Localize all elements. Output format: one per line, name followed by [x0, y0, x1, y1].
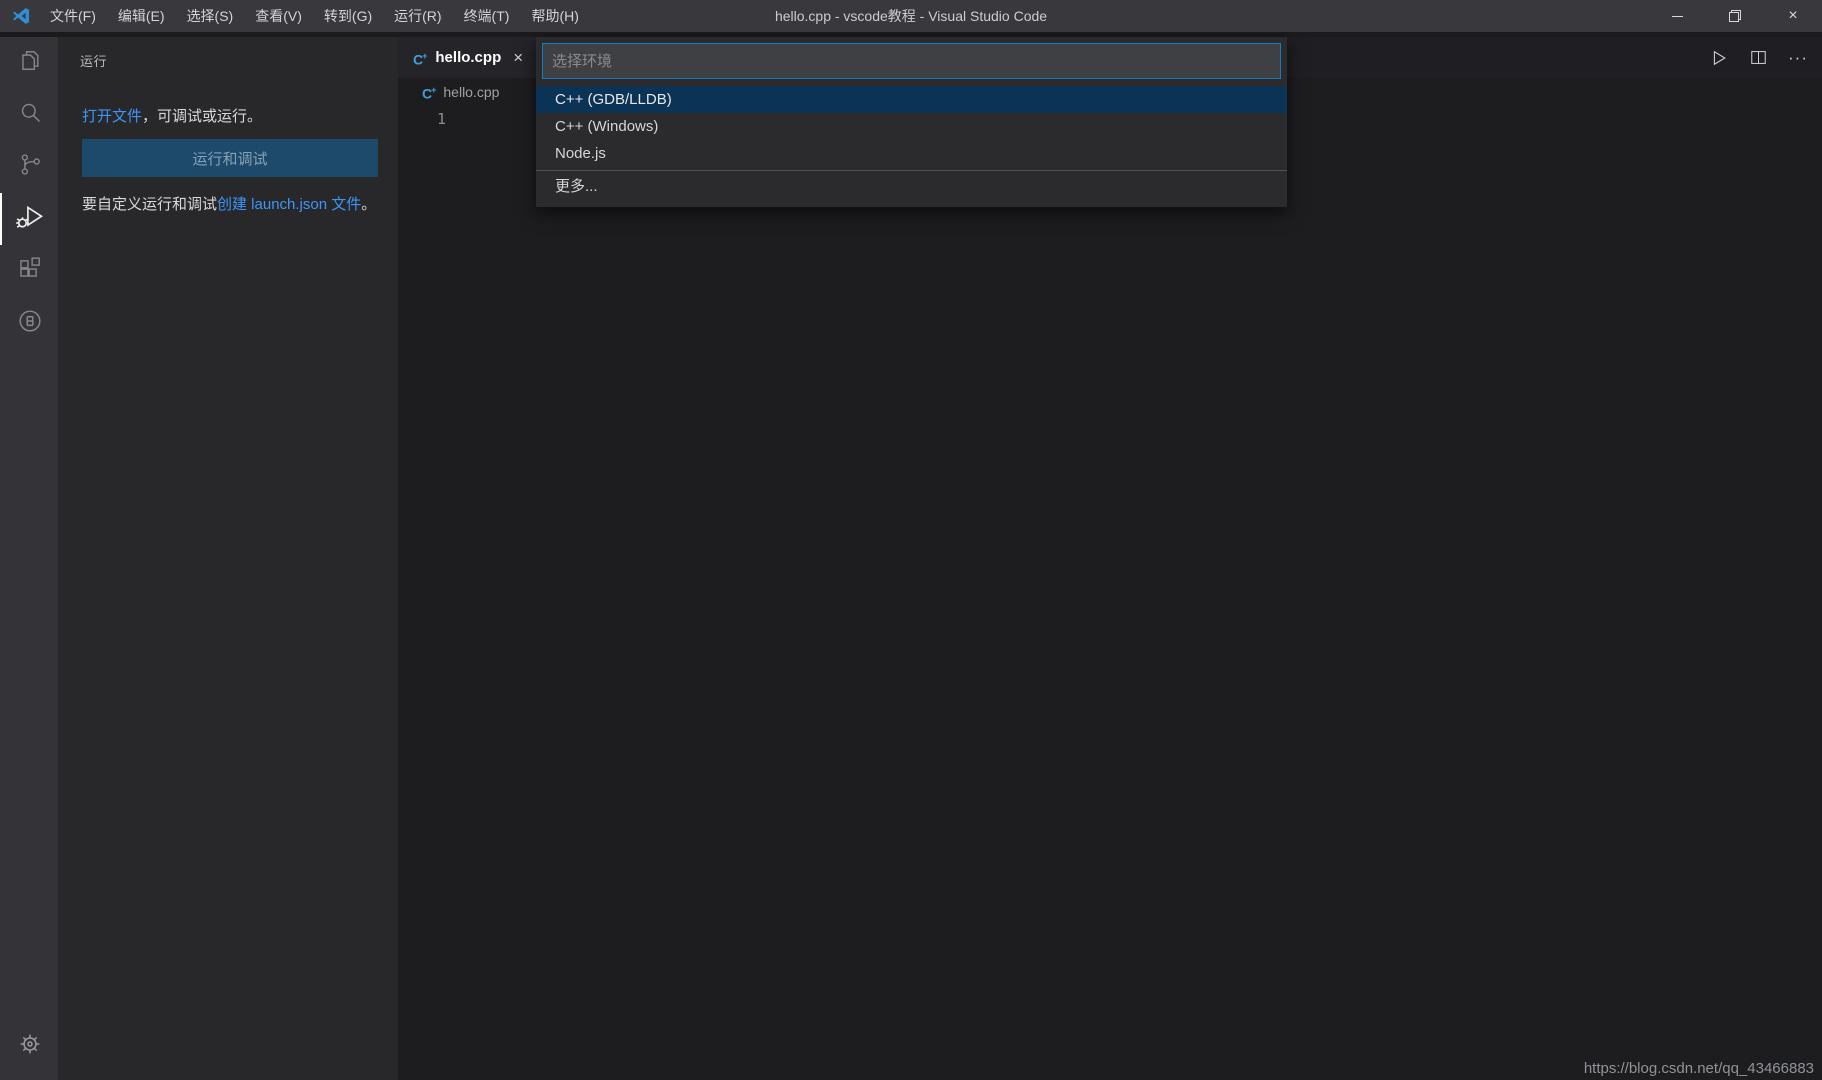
restore-icon	[1729, 10, 1741, 22]
split-editor-button[interactable]	[1749, 48, 1768, 67]
run-welcome-view: 打开文件，可调试或运行。 运行和调试 要自定义运行和调试创建 launch.js…	[58, 104, 398, 218]
sidebar-item-search[interactable]	[0, 89, 58, 141]
activity-bar-bottom	[0, 1020, 58, 1072]
list-separator	[536, 170, 1287, 171]
line-number: 1	[436, 110, 446, 128]
sidebar-item-explorer[interactable]	[0, 37, 58, 89]
create-launch-json-link[interactable]: 创建 launch.json 文件	[217, 196, 361, 213]
activity-bar	[0, 37, 58, 1080]
menu-edit[interactable]: 编辑(E)	[107, 0, 176, 32]
minimize-icon	[1671, 15, 1683, 17]
menu-view[interactable]: 查看(V)	[244, 0, 313, 32]
window-title: hello.cpp - vscode教程 - Visual Studio Cod…	[774, 8, 1048, 24]
breadcrumb-file-label: hello.cpp	[443, 83, 500, 100]
option-cpp-gdb-lldb[interactable]: C++ (GDB/LLDB)	[536, 86, 1287, 113]
language-pack-extension-icon	[16, 307, 44, 340]
option-nodejs[interactable]: Node.js	[536, 140, 1287, 167]
sidebar-title: 运行	[80, 54, 108, 69]
menu-terminal[interactable]: 终端(T)	[453, 0, 521, 32]
extensions-icon	[17, 255, 44, 287]
gear-icon	[16, 1030, 44, 1063]
csdn-watermark: https://blog.csdn.net/qq_43466883	[1583, 1060, 1814, 1077]
more-actions-button[interactable]: ···	[1788, 49, 1808, 66]
menu-bar: 文件(F) 编辑(E) 选择(S) 查看(V) 转到(G) 运行(R) 终端(T…	[39, 0, 590, 32]
search-icon	[17, 99, 44, 131]
tab-label: hello.cpp	[435, 49, 502, 66]
menu-go[interactable]: 转到(G)	[313, 0, 383, 32]
files-icon	[17, 47, 44, 79]
customize-paragraph: 要自定义运行和调试创建 launch.json 文件。	[82, 191, 378, 218]
environment-input[interactable]	[542, 43, 1281, 79]
close-button[interactable]: ×	[1764, 0, 1822, 32]
open-file-paragraph: 打开文件，可调试或运行。	[82, 104, 378, 130]
vscode-logo-icon	[11, 6, 31, 26]
run-without-debugging-button[interactable]	[1709, 48, 1729, 68]
minimize-button[interactable]	[1648, 0, 1706, 32]
menu-file[interactable]: 文件(F)	[39, 0, 107, 32]
open-file-text: ，可调试或运行。	[142, 108, 263, 125]
cpp-file-icon: C+	[413, 50, 428, 68]
customize-end: 。	[361, 196, 377, 213]
title-bar: 文件(F) 编辑(E) 选择(S) 查看(V) 转到(G) 运行(R) 终端(T…	[0, 0, 1822, 32]
menu-help[interactable]: 帮助(H)	[520, 0, 589, 32]
tab-hello-cpp[interactable]: C+ hello.cpp ×	[398, 37, 544, 78]
sidebar-item-source-control[interactable]	[0, 141, 58, 193]
environment-list: C++ (GDB/LLDB) C++ (Windows) Node.js 更多.…	[536, 86, 1287, 207]
open-file-link[interactable]: 打开文件	[82, 108, 142, 125]
run-debug-icon	[15, 201, 46, 237]
restore-button[interactable]	[1706, 0, 1764, 32]
menu-run[interactable]: 运行(R)	[383, 0, 452, 32]
option-more[interactable]: 更多...	[536, 173, 1287, 200]
close-icon: ×	[1788, 7, 1798, 24]
sidebar-item-language-pack[interactable]	[0, 297, 58, 349]
option-cpp-windows[interactable]: C++ (Windows)	[536, 113, 1287, 140]
customize-text: 要自定义运行和调试	[82, 196, 218, 213]
cpp-file-icon: C+	[422, 84, 437, 102]
run-and-debug-button[interactable]: 运行和调试	[82, 139, 378, 177]
sidebar-item-run-and-debug[interactable]	[0, 193, 58, 245]
menu-selection[interactable]: 选择(S)	[176, 0, 245, 32]
editor-actions: ···	[1709, 37, 1808, 78]
window-controls: ×	[1648, 0, 1822, 32]
tab-close-icon[interactable]: ×	[513, 48, 523, 68]
source-control-icon	[17, 151, 44, 183]
select-environment-quickpick: C++ (GDB/LLDB) C++ (Windows) Node.js 更多.…	[536, 37, 1287, 207]
sidebar-item-extensions[interactable]	[0, 245, 58, 297]
run-debug-sidebar: 运行 打开文件，可调试或运行。 运行和调试 要自定义运行和调试创建 launch…	[58, 37, 398, 1080]
manage-button[interactable]	[0, 1020, 58, 1072]
